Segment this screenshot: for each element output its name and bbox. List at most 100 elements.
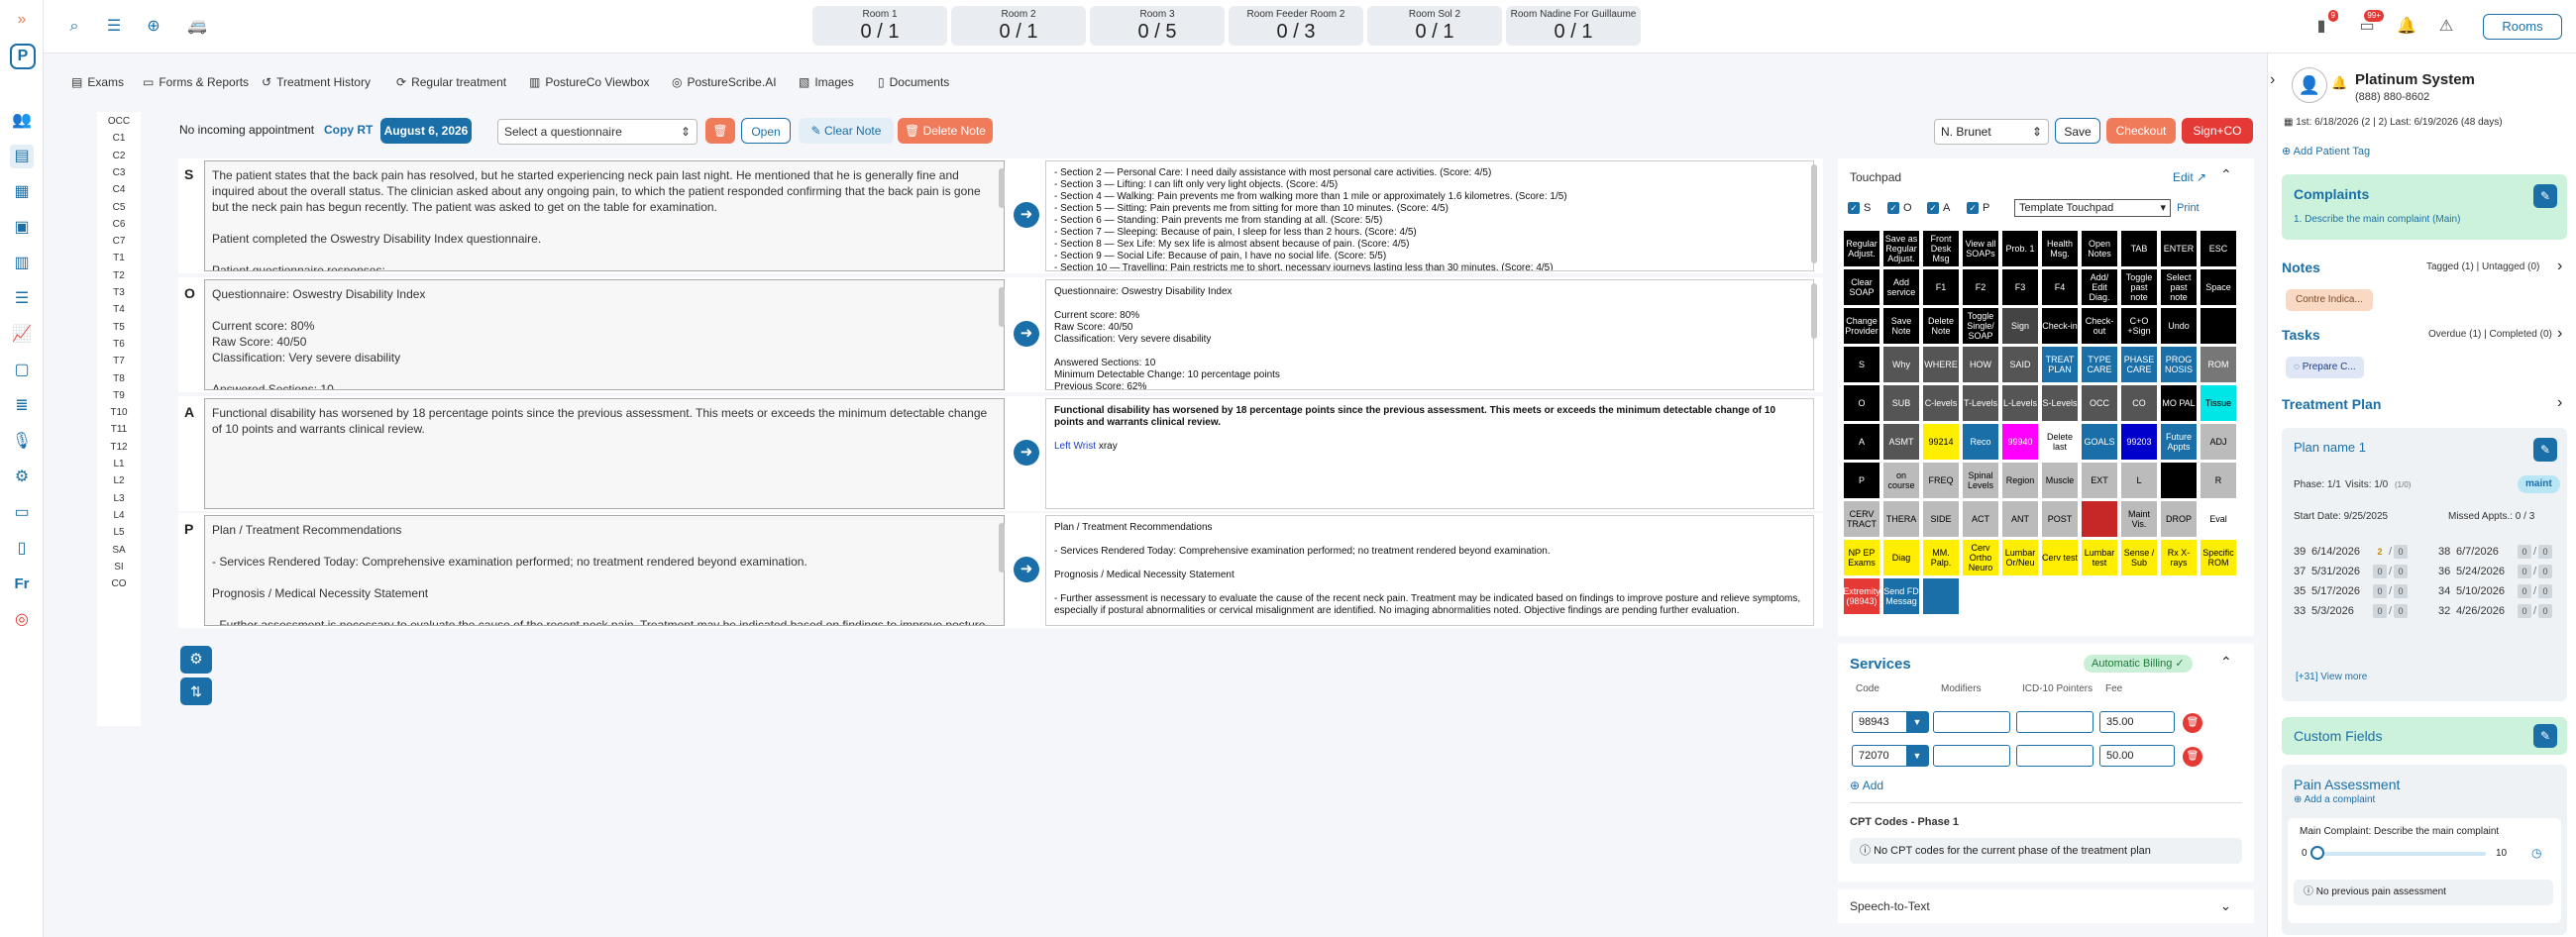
touchpad-key[interactable]: Maint Vis. [2120,500,2158,538]
modifiers-input[interactable] [1933,711,2010,733]
touchpad-key[interactable]: Clear SOAP [1843,268,1880,306]
touchpad-key[interactable]: Region [2001,462,2039,499]
microphone-icon[interactable]: 🎙 [10,430,34,454]
touchpad-key[interactable]: Sign [2001,307,2039,345]
save-button[interactable]: Save [2055,118,2100,144]
visit-history-entry[interactable]: 35 5/17/2026 0/0 [2294,584,2409,598]
reports-icon[interactable]: ▥ [10,252,34,275]
complaint-item[interactable]: 1. Describe the main complaint (Main) [2294,214,2460,225]
touchpad-key[interactable]: ANT [2001,500,2039,538]
touchpad-key[interactable]: Sense / Sub [2120,539,2158,576]
visit-history-entry[interactable]: 32 4/26/2026 0/0 [2438,604,2553,618]
touchpad-key[interactable]: SIDE [1922,500,1960,538]
touchpad-key[interactable]: DROP [2160,500,2198,538]
service-code-select[interactable]: 72070 ▼ [1852,745,1929,767]
add-service-link[interactable]: ⊕ Add [1850,779,1883,792]
spinal-code[interactable]: T12 [97,442,141,453]
icd-pointers-input[interactable] [2016,711,2093,733]
tab-posturescribe-ai[interactable]: ◎ PostureScribe.AI [672,75,777,89]
touchpad-check-p[interactable]: ✓ P [1967,202,1989,214]
service-code-select[interactable]: 98943 ▼ [1852,711,1929,733]
checklist-icon[interactable]: ☰ [10,287,34,311]
spinal-code[interactable]: C3 [97,167,141,178]
spinal-code[interactable]: T9 [97,390,141,401]
calendar-icon[interactable]: ▦ [10,180,34,204]
touchpad-key[interactable]: ADJ [2200,423,2237,461]
touchpad-key[interactable] [2160,462,2198,499]
room-card[interactable]: Room 10 / 1 [812,6,947,46]
touchpad-key[interactable]: MM. Palp. [1922,539,1960,576]
touchpad-key[interactable]: Save Note [1882,307,1920,345]
expand-chevrons-icon[interactable]: » [10,8,34,32]
spinal-code[interactable]: C1 [97,133,141,144]
tab-images[interactable]: ▧ Images [799,75,854,89]
touchpad-key[interactable]: Lumbar test [2081,539,2118,576]
modifiers-input[interactable] [1933,745,2010,767]
copy-arrow-icon[interactable]: ➜ [1014,202,1039,228]
touchpad-key[interactable]: TREAT PLAN [2041,346,2079,383]
tab-documents[interactable]: ▯ Documents [878,75,949,89]
expand-chevron-icon[interactable]: ⌄ [2220,898,2231,914]
touchpad-key[interactable]: Diag [1882,539,1920,576]
car-icon[interactable]: 🚐 [186,16,208,38]
touchpad-key[interactable]: GOALS [2081,423,2118,461]
patients-icon[interactable]: 👥 [10,109,34,133]
touchpad-key[interactable]: Change Provider [1843,307,1880,345]
copy-arrow-icon[interactable]: ➜ [1014,557,1039,582]
language-toggle[interactable]: Fr [10,573,34,596]
collapse-chevron-icon[interactable]: ⌃ [2220,166,2232,183]
touchpad-key[interactable]: Eval [2200,500,2237,538]
touchpad-check-a[interactable]: ✓ A [1927,202,1950,214]
touchpad-key[interactable]: Check-in [2041,307,2079,345]
add-patient-tag-link[interactable]: ⊕ Add Patient Tag [2282,145,2370,157]
touchpad-key[interactable]: NP EP Exams [1843,539,1880,576]
edit-complaints-icon[interactable]: ✎ [2533,184,2557,208]
chevron-right-icon[interactable]: › [2557,325,2562,343]
touchpad-key[interactable]: T-Levels [1962,384,1999,422]
settings-icon[interactable]: ⚙ [10,466,34,489]
spinal-code[interactable]: C5 [97,202,141,213]
view-more-link[interactable]: [+31] View more [2296,672,2367,682]
touchpad-key[interactable]: Toggle past note [2120,268,2158,306]
collapse-panel-icon[interactable]: › [2270,71,2275,89]
room-card[interactable]: Room Sol 20 / 1 [1367,6,1502,46]
icd-pointers-input[interactable] [2016,745,2093,767]
spinal-code[interactable]: SA [97,545,141,556]
touchpad-edit-link[interactable]: Edit ↗ [2173,170,2206,184]
touchpad-key[interactable]: Front Desk Msg [1922,230,1960,267]
touchpad-key[interactable]: Delete Note [1922,307,1960,345]
touchpad-key[interactable]: F4 [2041,268,2079,306]
touchpad-key[interactable]: Add service [1882,268,1920,306]
touchpad-key[interactable]: O [1843,384,1880,422]
checkout-button[interactable]: Checkout [2106,118,2176,144]
touchpad-key[interactable] [2200,307,2237,345]
spinal-code[interactable]: L4 [97,510,141,521]
visit-history-entry[interactable]: 37 5/31/2026 0/0 [2294,565,2409,578]
bell-outline-icon[interactable]: 🔔 [2331,75,2347,91]
touchpad-key[interactable]: S-Levels [2041,384,2079,422]
touchpad-key[interactable]: 99203 [2120,423,2158,461]
scrollbar[interactable] [1811,283,1817,339]
pain-slider-track[interactable] [2317,852,2486,856]
touchpad-key[interactable]: SAID [2001,346,2039,383]
touchpad-key[interactable]: Undo [2160,307,2198,345]
device-icon[interactable]: ▯ [10,537,34,561]
add-complaint-link[interactable]: ⊕ Add a complaint [2294,794,2375,805]
message-icon[interactable]: ▭ 99+ [2356,10,2384,38]
touchpad-key[interactable]: L-Levels [2001,384,2039,422]
spinal-code[interactable]: T8 [97,373,141,384]
touchpad-key[interactable]: CERV TRACT [1843,500,1880,538]
tab-postureco-viewbox[interactable]: ▥ PostureCo Viewbox [529,75,650,89]
touchpad-key[interactable]: C+O +Sign [2120,307,2158,345]
tab-forms-reports[interactable]: ▭ Forms & Reports [143,75,249,89]
touchpad-key[interactable]: Space [2200,268,2237,306]
add-circle-icon[interactable]: ⊕ [143,16,164,38]
touchpad-key[interactable]: Send FD Messag [1882,577,1920,615]
avatar[interactable]: 👤 [2292,67,2327,103]
touchpad-check-s[interactable]: ✓ S [1848,202,1871,214]
edit-plan-icon[interactable]: ✎ [2533,438,2557,462]
spinal-code[interactable]: L3 [97,493,141,504]
visit-history-entry[interactable]: 39 6/14/2026 2 /0 [2294,545,2409,559]
spinal-code[interactable]: T5 [97,322,141,333]
copy-arrow-icon[interactable]: ➜ [1014,440,1039,466]
